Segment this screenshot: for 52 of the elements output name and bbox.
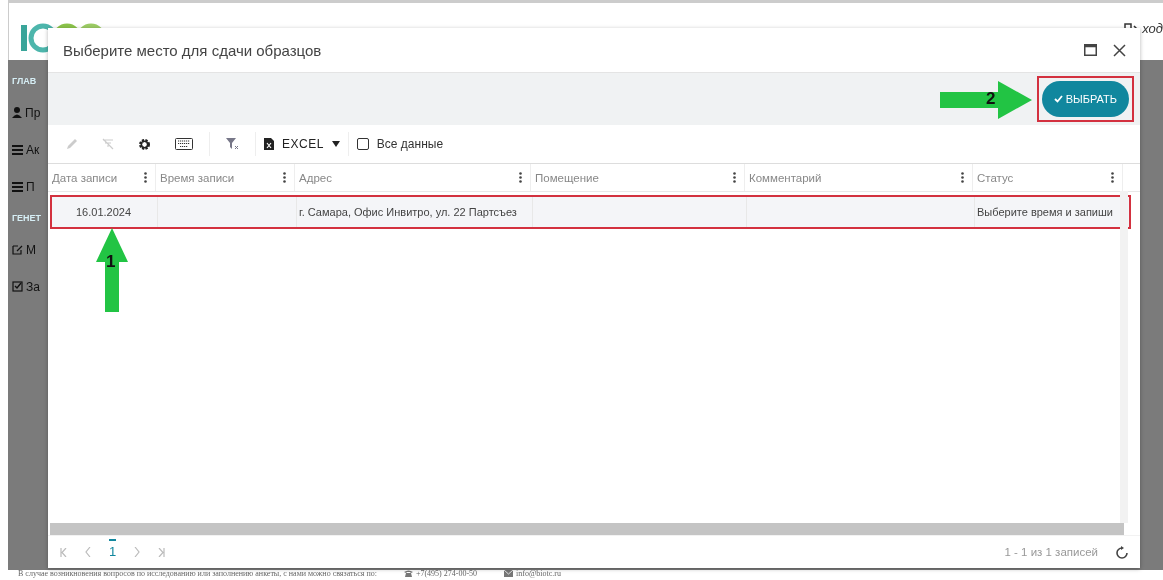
column-header[interactable]: Статус [977,171,1014,184]
column-header[interactable]: Адрес [299,171,332,184]
settings-icon[interactable] [138,137,151,151]
footer-email: info@biotc.ru [516,569,562,578]
column-menu-icon[interactable] [144,172,147,183]
column-header[interactable]: Помещение [535,171,599,184]
column-header[interactable]: Комментарий [749,171,822,184]
excel-file-icon [264,138,274,150]
sidebar-item[interactable]: За [26,279,40,294]
export-button[interactable]: EXCEL [282,137,324,151]
checkbox-icon [12,281,23,292]
column-header[interactable]: Дата записи [52,171,118,184]
sidebar-item[interactable]: Ак [26,142,40,157]
checkbox[interactable] [356,138,369,150]
user-icon [12,107,22,118]
dialog-title: Выберите место для сдачи образцов [63,41,322,59]
list-icon [12,144,23,155]
sidebar-item[interactable]: П [26,179,35,194]
vertical-scrollbar[interactable] [1120,191,1128,523]
checkbox-label[interactable]: Все данные [376,137,444,151]
column-menu-icon[interactable] [1111,172,1114,183]
footer-phone: +7(495) 274-00-50 [415,569,478,578]
close-icon[interactable] [1113,43,1126,57]
footer-note: В случае возникновения вопросов по исследованию или заполнению анкеты, с нами можно связаться по: [18,569,377,578]
page-number[interactable]: 1 [109,539,117,559]
check-icon [1053,95,1063,103]
edit-icon [12,244,23,255]
exit-link[interactable]: ход [1142,21,1163,36]
sidebar-heading: ГЛАВ [12,76,37,86]
horizontal-scrollbar[interactable] [50,523,1124,535]
column-menu-icon[interactable] [733,172,736,183]
list-icon [12,181,23,192]
refresh-icon[interactable] [1116,545,1128,559]
column-menu-icon[interactable] [961,172,964,183]
annotation-number: 1 [106,252,116,272]
column-menu-icon[interactable] [519,172,522,183]
dropdown-caret-icon[interactable] [331,141,340,147]
keyboard-icon[interactable] [175,138,193,150]
column-menu-icon[interactable] [283,172,286,183]
sidebar-heading: ГЕНЕТ [12,213,42,223]
sidebar-item[interactable]: Пр [25,105,41,120]
sidebar-item[interactable]: М [26,242,36,257]
table-cell: Выберите время и запиши [977,206,1113,218]
table-cell: 16.01.2024 [75,206,132,218]
records-summary: 1 - 1 из 1 записей [1004,546,1098,558]
table-cell: г. Самара, Офис Инвитро, ул. 22 Партсъез [299,206,517,218]
maximize-icon[interactable] [1084,44,1097,56]
table-row[interactable]: 16.01.2024 г. Самара, Офис Инвитро, ул. 22 Партсъез Выберите время и запиши [50,195,1131,229]
filter-clear-icon[interactable] [226,138,239,150]
select-button[interactable]: ВЫБРАТЬ [1041,81,1129,117]
annotation-number: 2 [986,89,996,109]
column-header[interactable]: Время записи [160,171,235,184]
